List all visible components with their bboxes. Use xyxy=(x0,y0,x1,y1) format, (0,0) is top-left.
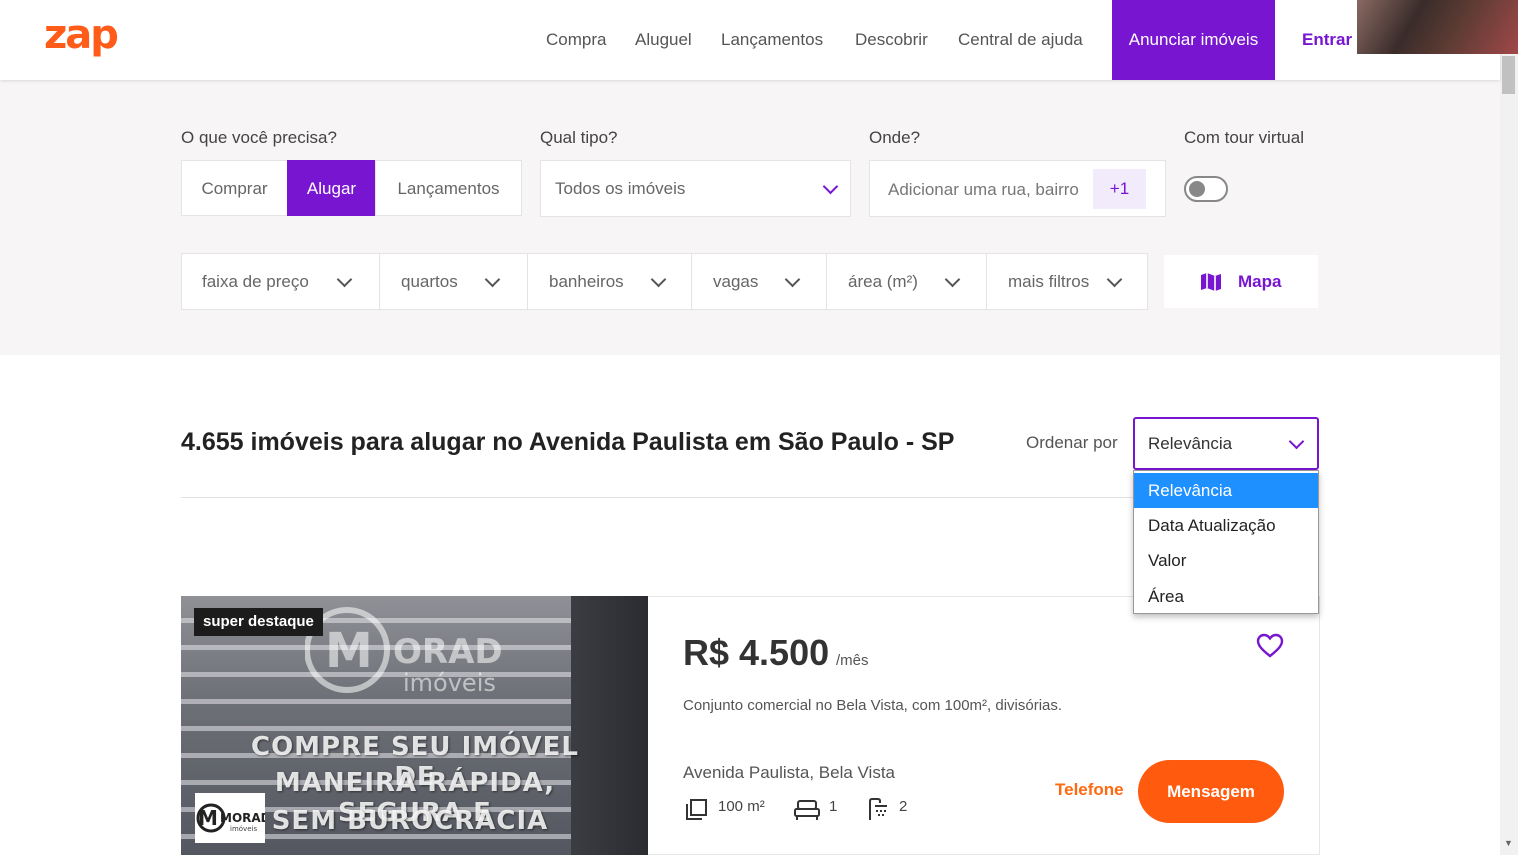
scroll-down-arrow-icon[interactable]: ▼ xyxy=(1504,838,1514,850)
results-divider xyxy=(181,497,1133,498)
filter-bedrooms-label: quartos xyxy=(401,272,458,291)
area-icon xyxy=(686,799,707,820)
nav-lancamentos[interactable]: Lançamentos xyxy=(721,0,823,80)
page-scrollbar[interactable] xyxy=(1500,54,1518,855)
chevron-down-icon xyxy=(784,271,801,288)
virtual-tour-toggle[interactable] xyxy=(1184,176,1228,202)
listing-period: /mês xyxy=(836,652,869,669)
filter-bedrooms[interactable]: quartos xyxy=(379,253,528,310)
option-comprar[interactable]: Comprar xyxy=(181,160,288,216)
order-select[interactable]: Relevância xyxy=(1133,417,1319,470)
order-option-relevancia[interactable]: Relevância xyxy=(1134,473,1318,508)
location-extra-badge[interactable]: +1 xyxy=(1093,169,1146,209)
listing-bedrooms: 1 xyxy=(829,798,838,815)
agency-logo-text: MORAD xyxy=(220,811,265,825)
search-panel xyxy=(0,80,1500,355)
filter-area[interactable]: área (m²) xyxy=(826,253,987,310)
super-highlight-badge: super destaque xyxy=(194,608,323,636)
toggle-knob xyxy=(1189,181,1205,197)
watermark-logo: M ORAD imóveis xyxy=(305,607,503,695)
watermark-sub: imóveis xyxy=(403,669,496,695)
phone-button[interactable]: Telefone xyxy=(1055,780,1124,800)
order-dropdown-menu: Relevância Data Atualização Valor Área xyxy=(1133,470,1319,614)
filter-parking-label: vagas xyxy=(713,272,759,291)
order-option-data-atualizacao[interactable]: Data Atualização xyxy=(1134,508,1318,543)
map-button-label: Mapa xyxy=(1238,272,1282,291)
map-icon xyxy=(1201,273,1221,291)
listing-description: Conjunto comercial no Bela Vista, com 10… xyxy=(683,697,1063,714)
login-link[interactable]: Entrar xyxy=(1302,0,1352,80)
option-alugar[interactable]: Alugar xyxy=(287,160,376,216)
shower-icon xyxy=(869,798,887,820)
agency-logo: M MORAD imóveis xyxy=(195,793,271,843)
order-option-area[interactable]: Área xyxy=(1134,579,1318,614)
filter-price[interactable]: faixa de preço xyxy=(181,253,380,310)
type-label: Qual tipo? xyxy=(540,128,618,147)
agency-logo-sub: imóveis xyxy=(230,825,257,833)
zap-logo-mark: zap xyxy=(44,12,119,58)
bed-icon xyxy=(794,800,820,820)
listing-address: Avenida Paulista, Bela Vista xyxy=(683,763,896,782)
svg-text:M: M xyxy=(325,623,373,679)
watermark-line-3: SEM BUROCRACIA xyxy=(271,806,549,836)
scrollbar-thumb[interactable] xyxy=(1502,56,1515,94)
filter-area-label: área (m²) xyxy=(848,272,918,291)
filter-bathrooms-label: banheiros xyxy=(549,272,624,291)
chevron-down-icon xyxy=(650,271,667,288)
nav-descobrir[interactable]: Descobrir xyxy=(855,0,928,80)
message-button[interactable]: Mensagem xyxy=(1138,760,1284,823)
where-label: Onde? xyxy=(869,128,921,147)
svg-text:M: M xyxy=(198,806,218,830)
property-type-value: Todos os imóveis xyxy=(555,179,686,198)
nav-aluguel[interactable]: Aluguel xyxy=(635,0,692,80)
filter-more-label: mais filtros xyxy=(1008,272,1090,291)
listing-bathrooms: 2 xyxy=(899,798,908,815)
favorite-heart-icon[interactable] xyxy=(1256,633,1284,659)
advertise-button[interactable]: Anunciar imóveis xyxy=(1112,0,1275,80)
map-button[interactable]: Mapa xyxy=(1164,255,1318,308)
chevron-down-icon xyxy=(336,271,353,288)
chevron-down-icon xyxy=(822,178,839,195)
site-header: zap Compra Aluguel Lançamentos Descobrir… xyxy=(0,0,1500,80)
nav-compra[interactable]: Compra xyxy=(546,0,606,80)
chevron-down-icon xyxy=(484,271,501,288)
chevron-down-icon xyxy=(944,271,961,288)
order-label: Ordenar por xyxy=(1026,433,1118,452)
listing-area: 100 m² xyxy=(718,798,765,815)
filter-more[interactable]: mais filtros xyxy=(986,253,1148,310)
watermark-brand: ORAD xyxy=(393,632,503,672)
logo-text: zap xyxy=(44,12,117,58)
order-select-value: Relevância xyxy=(1148,434,1233,453)
chevron-down-icon xyxy=(1288,433,1305,450)
agency-logo-mark: M MORAD imóveis xyxy=(196,803,271,833)
chevron-down-icon xyxy=(1106,271,1123,288)
filter-parking[interactable]: vagas xyxy=(691,253,827,310)
filter-bathrooms[interactable]: banheiros xyxy=(527,253,692,310)
order-option-valor[interactable]: Valor xyxy=(1134,543,1318,578)
nav-central-ajuda[interactable]: Central de ajuda xyxy=(958,0,1083,80)
zap-logo[interactable]: zap xyxy=(44,12,144,75)
results-title: 4.655 imóveis para alugar no Avenida Pau… xyxy=(181,428,955,456)
filter-price-label: faixa de preço xyxy=(202,272,309,291)
tour-label: Com tour virtual xyxy=(1184,128,1304,147)
option-lancamentos[interactable]: Lançamentos xyxy=(375,160,522,216)
property-type-select[interactable]: Todos os imóveis xyxy=(540,160,851,217)
webcam-overlay xyxy=(1357,0,1518,54)
need-label: O que você precisa? xyxy=(181,128,337,147)
listing-price: R$ 4.500 xyxy=(683,632,830,673)
